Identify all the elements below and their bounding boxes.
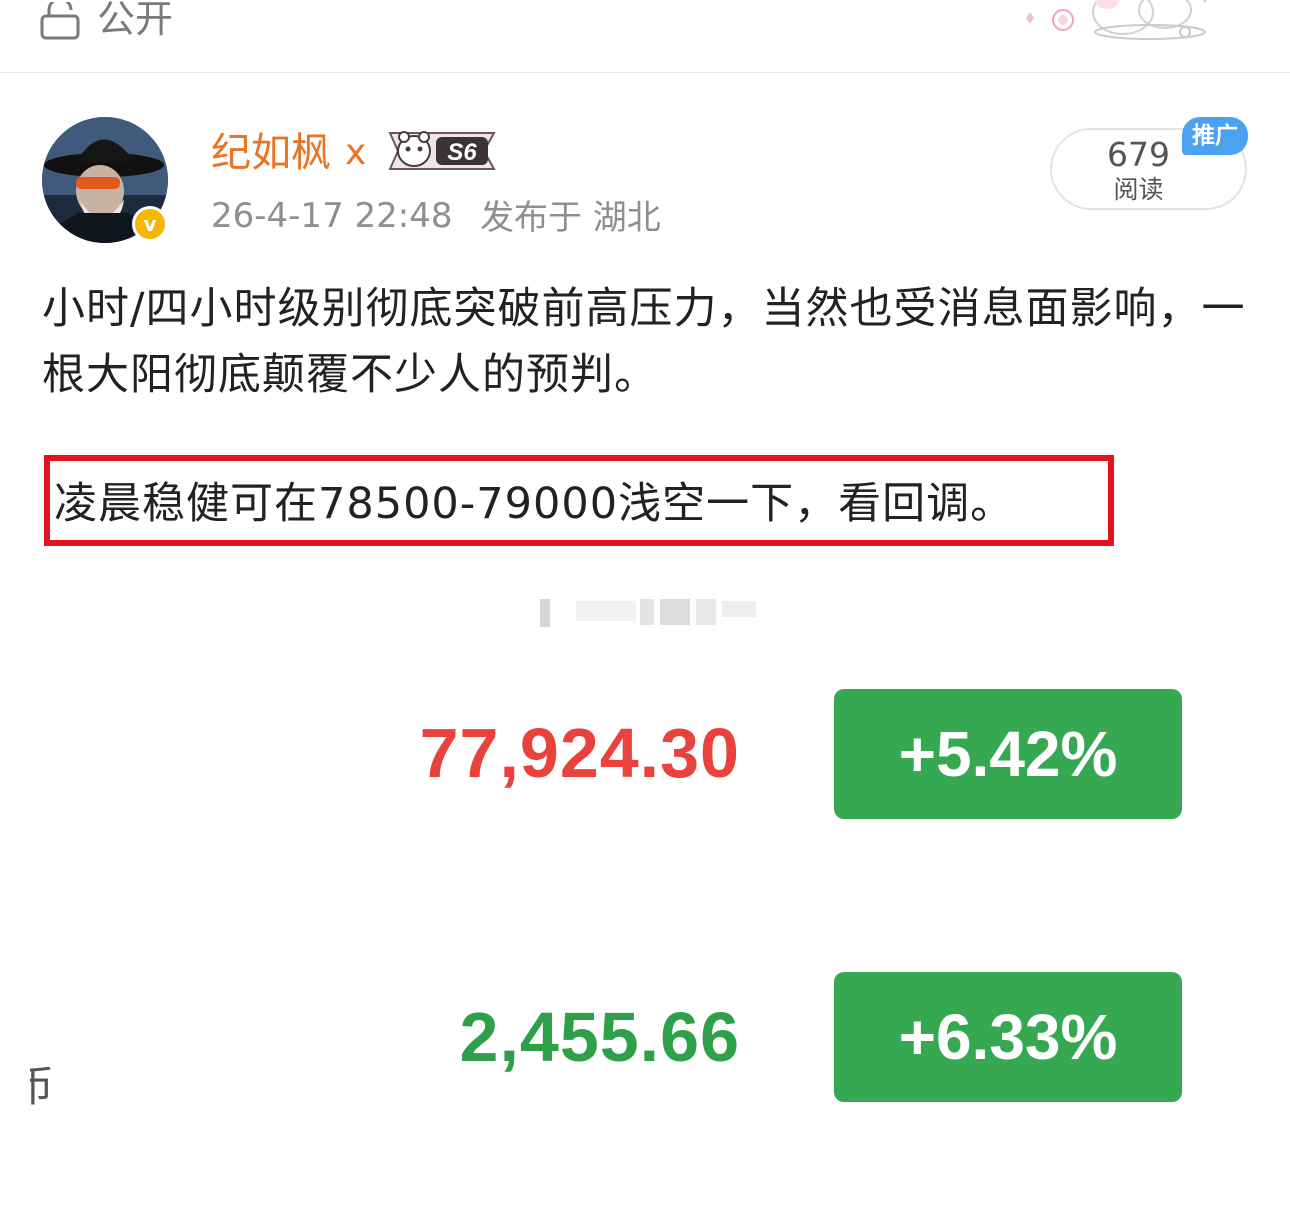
cropped-label: 币 [30, 1062, 54, 1112]
verified-badge-icon: v [132, 206, 168, 242]
author-tag: x [345, 132, 367, 173]
highlight-text: 凌晨稳健可在78500-79000浅空一下，看回调。 [54, 479, 1015, 529]
ticker-change-button[interactable]: +5.42% [834, 689, 1182, 819]
lock-icon [40, 2, 80, 40]
promo-badge[interactable]: 推广 [1182, 117, 1248, 155]
image-top-edge [536, 595, 758, 629]
post-body-text: 小时/四小时级别彻底突破前高压力，当然也受消息面影响，一根大阳彻底颠覆不少人的预… [42, 284, 1246, 400]
ticker-price: 2,455.66 [459, 998, 740, 1076]
read-label: 阅读 [1113, 175, 1164, 204]
post-location: 发布于 湖北 [480, 198, 661, 238]
author-name[interactable]: 纪如枫 [211, 128, 331, 178]
cropped-label-text: 币 [30, 1062, 54, 1111]
medal-text: S6 [447, 139, 477, 166]
cat-sticker-icon [1026, 0, 1208, 40]
ticker-price: 77,924.30 [419, 714, 740, 792]
highlight-box: 凌晨稳健可在78500-79000浅空一下，看回调。 [44, 455, 1114, 546]
visibility-label[interactable]: 公开 [97, 0, 173, 44]
post-time: 26-4-17 22:48 [211, 196, 453, 236]
ticker-change-button[interactable]: +6.33% [834, 972, 1182, 1102]
fan-medal-icon[interactable]: S6 [384, 129, 502, 173]
post-header-bar: 公开 [0, 0, 1290, 73]
